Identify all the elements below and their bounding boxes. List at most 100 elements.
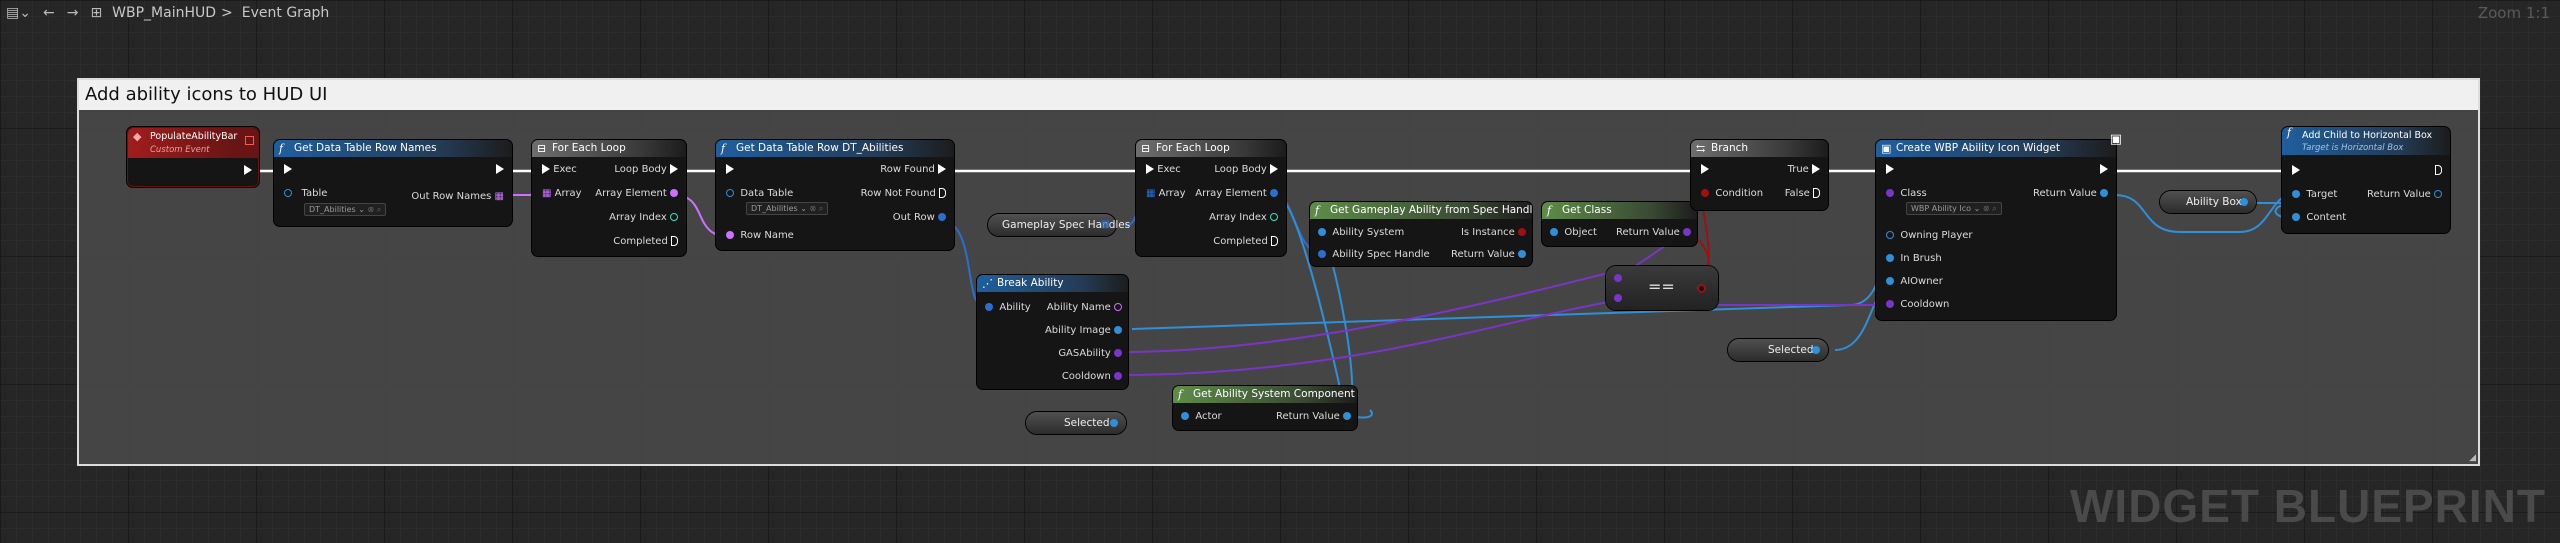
node-get-ability-system-component[interactable]: f Get Ability System Component Actor Retu… (1173, 386, 1357, 430)
owning-player-pin[interactable]: Owning Player (1886, 230, 1973, 241)
in-brush-pin[interactable]: In Brush (1886, 253, 1942, 264)
node-get-data-table-row[interactable]: f Get Data Table Row DT_Abilities Row Fou… (716, 140, 954, 250)
node-for-each-loop-2[interactable]: ⊟ For Each Loop Exec Loop Body ▦ Array Ar… (1136, 140, 1286, 256)
ai-owner-pin[interactable]: AIOwner (1886, 276, 1943, 287)
return-value-pin[interactable]: Return Value (2033, 188, 2108, 199)
return-value-pin[interactable]: Return Value (2367, 189, 2442, 200)
exec-out-pin[interactable] (496, 164, 504, 175)
break-struct-icon: ⋰ (982, 277, 993, 290)
ability-spec-handle-pin[interactable]: Ability Spec Handle (1318, 249, 1430, 260)
out-row-pin[interactable]: Out Row (893, 212, 946, 223)
function-icon: f (279, 142, 284, 155)
output-bool-pin[interactable] (1697, 284, 1706, 293)
completed-pin[interactable]: Completed (613, 236, 678, 247)
array-index-pin[interactable]: Array Index (609, 212, 678, 223)
table-pin[interactable]: Table (284, 188, 327, 199)
condition-pin[interactable]: Condition (1701, 188, 1763, 199)
array-pin[interactable]: ▦ Array (1146, 188, 1186, 199)
node-create-widget[interactable]: ▣ Create WBP Ability Icon Widget ▣ Class … (1876, 132, 2122, 320)
widget-icon: ▣ (2109, 132, 2122, 147)
loop-body-pin[interactable]: Loop Body (614, 164, 678, 175)
exec-out-pin[interactable] (244, 165, 252, 176)
node-get-gameplay-ability-from-spec-handle[interactable]: f Get Gameplay Ability from Spec Handle A… (1310, 202, 1532, 266)
return-value-pin[interactable]: Return Value (1276, 411, 1351, 422)
is-instance-pin[interactable]: Is Instance (1461, 227, 1526, 238)
ability-system-pin[interactable]: Ability System (1318, 227, 1404, 238)
data-table-dropdown[interactable]: DT_Abilities ⌄ ⊗ ⌕ (746, 202, 829, 215)
event-node-populate-ability-bar[interactable]: ◆ PopulateAbilityBar Custom Event (127, 127, 259, 187)
cooldown-pin[interactable]: Cooldown (1062, 371, 1122, 382)
node-get-data-table-row-names[interactable]: f Get Data Table Row Names Table DT_Abili… (274, 140, 512, 226)
false-pin[interactable]: False (1785, 188, 1820, 199)
array-pin[interactable]: ▦ Array (542, 188, 582, 199)
gas-ability-pin[interactable]: GASAbility (1058, 348, 1122, 359)
function-icon: f (721, 142, 726, 155)
node-add-child-to-horizontal-box[interactable]: f Add Child to Horizontal Box Target is … (2282, 127, 2450, 233)
node-title: For Each Loop (1156, 142, 1230, 154)
exec-in-pin[interactable] (1886, 164, 1894, 175)
exec-in-pin[interactable] (2292, 165, 2300, 176)
input-b-pin[interactable] (1614, 294, 1622, 302)
exec-in-pin[interactable] (726, 164, 734, 175)
row-found-pin[interactable]: Row Found (880, 164, 946, 175)
row-name-pin[interactable]: Row Name (726, 230, 794, 241)
node-title: For Each Loop (552, 142, 626, 154)
ability-image-pin[interactable]: Ability Image (1045, 325, 1122, 336)
cooldown-pin[interactable]: Cooldown (1886, 299, 1949, 310)
node-break-ability[interactable]: ⋰ Break Ability Ability Ability Name Abil… (977, 275, 1128, 389)
target-pin[interactable]: Target (2292, 189, 2337, 200)
function-icon: f (2287, 127, 2292, 139)
node-title: Get Data Table Row Names (294, 142, 437, 154)
event-title: PopulateAbilityBar (150, 131, 238, 142)
watermark: WIDGET BLUEPRINT (2070, 480, 2546, 532)
purple-wire (1119, 269, 1621, 353)
return-value-pin[interactable]: Return Value (1451, 249, 1526, 260)
node-title: Get Class (1562, 204, 1612, 216)
array-pin-icon: ▦ (1100, 219, 1110, 230)
actor-pin[interactable]: Actor (1181, 411, 1222, 422)
variable-selected-2[interactable]: Selected (1728, 339, 1828, 361)
node-for-each-loop-1[interactable]: ⊟ For Each Loop Exec Loop Body ▦ Array Ar… (532, 140, 686, 256)
ability-in-pin[interactable]: Ability (985, 302, 1031, 313)
event-diamond-icon: ◆ (133, 130, 142, 143)
array-element-pin[interactable]: Array Element (1195, 188, 1278, 199)
exec-in-pin[interactable]: Exec (542, 164, 577, 175)
completed-pin[interactable]: Completed (1213, 236, 1278, 247)
exec-in-pin[interactable]: Exec (1146, 164, 1181, 175)
node-subtitle: Target is Horizontal Box (2302, 143, 2404, 153)
return-value-pin[interactable]: Return Value (1616, 227, 1691, 238)
object-pin[interactable]: Object (1550, 227, 1597, 238)
out-row-names-pin[interactable]: Out Row Names ▦ (411, 191, 504, 202)
exec-in-pin[interactable] (284, 164, 292, 175)
row-not-found-pin[interactable]: Row Not Found (861, 188, 946, 199)
class-dropdown[interactable]: WBP Ability Ico ⌄ ⊗ ⌕ (1906, 202, 2002, 215)
node-branch[interactable]: ⇆ Branch True Condition False (1691, 140, 1828, 210)
branch-icon: ⇆ (1696, 142, 1706, 155)
array-element-pin[interactable]: Array Element (595, 188, 678, 199)
input-a-pin[interactable] (1614, 274, 1622, 282)
node-title: Add Child to Horizontal Box (2302, 130, 2433, 141)
variable-ability-box[interactable]: Ability Box (2160, 191, 2256, 213)
delegate-pin[interactable] (245, 136, 254, 145)
node-title: Get Ability System Component (1193, 388, 1355, 400)
node-equals[interactable]: == (1606, 266, 1718, 310)
table-dropdown[interactable]: DT_Abilities ⌄ ⊗ ⌕ (304, 203, 387, 216)
exec-out-pin[interactable] (2435, 165, 2442, 176)
object-pin-icon (1812, 346, 1820, 354)
array-index-pin[interactable]: Array Index (1209, 212, 1278, 223)
variable-selected-1[interactable]: Selected (1026, 412, 1126, 434)
ability-name-pin[interactable]: Ability Name (1047, 302, 1122, 313)
node-title: Break Ability (997, 277, 1064, 289)
data-table-pin[interactable]: Data Table (726, 188, 793, 199)
class-pin[interactable]: Class (1886, 188, 1927, 199)
variable-gameplay-spec-handles[interactable]: Gameplay Spec Handles ▦ (988, 214, 1130, 236)
node-title: Get Gameplay Ability from Spec Handle (1330, 204, 1532, 216)
exec-out-pin[interactable] (2100, 164, 2108, 175)
function-icon: f (1178, 388, 1183, 401)
node-get-class[interactable]: f Get Class Object Return Value (1542, 202, 1697, 246)
purple-wire (1119, 299, 1621, 376)
exec-in-pin[interactable] (1701, 164, 1709, 175)
true-pin[interactable]: True (1788, 164, 1820, 175)
content-pin[interactable]: Content (2292, 212, 2346, 223)
loop-body-pin[interactable]: Loop Body (1214, 164, 1278, 175)
